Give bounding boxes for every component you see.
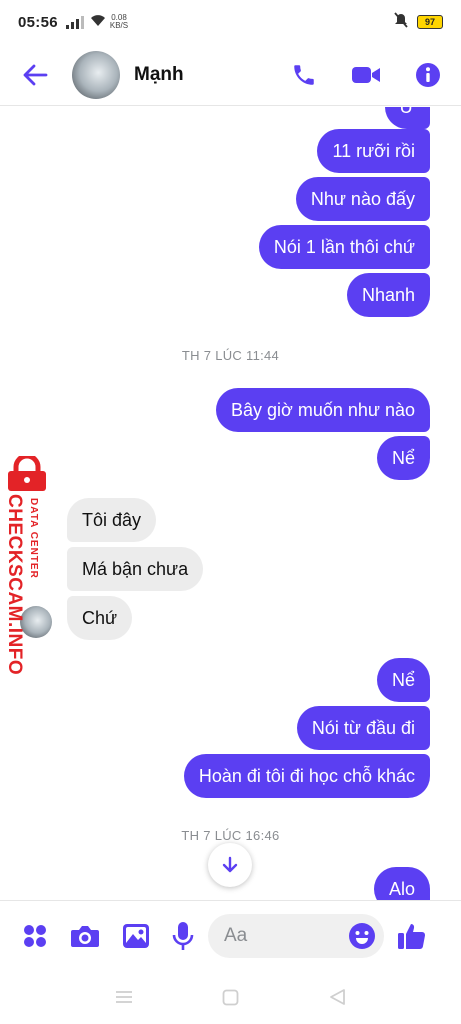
back-triangle-icon [330, 989, 346, 1005]
system-nav-bar [0, 970, 461, 1024]
message-outgoing[interactable]: Nói từ đầu đi [296, 706, 430, 750]
message-list[interactable]: Ừ 11 rưỡi rồi Như nào đấy Nói 1 lần thôi… [0, 107, 461, 900]
timestamp-divider: TH 7 LÚC 16:46 [181, 828, 280, 843]
signal-icon [65, 15, 84, 29]
message-outgoing[interactable]: 11 rưỡi rồi [317, 129, 430, 173]
image-icon [123, 923, 149, 948]
arrow-left-icon [23, 64, 48, 85]
mute-icon [393, 12, 409, 32]
message-outgoing[interactable]: Bây giờ muốn như nào [216, 388, 430, 432]
message-incoming[interactable]: Tôi đây [67, 498, 157, 542]
voice-message-button[interactable] [172, 921, 194, 951]
message-incoming[interactable]: Chứ [67, 596, 133, 640]
message-incoming[interactable]: Má bận chưa [67, 547, 204, 591]
voice-call-button[interactable] [291, 62, 317, 88]
message-outgoing[interactable]: Nhanh [346, 273, 430, 317]
message-outgoing[interactable]: Nể [376, 436, 430, 480]
system-back-button[interactable] [329, 988, 346, 1006]
message-input[interactable] [224, 924, 334, 947]
gallery-button[interactable] [122, 923, 150, 949]
message-outgoing[interactable]: Nể [376, 658, 430, 702]
message-outgoing[interactable]: Nói 1 lần thôi chứ [258, 225, 430, 269]
network-speed: 0.08 KB/S [109, 13, 129, 30]
watermark-text: CHECKSCAM.INFO [4, 494, 25, 676]
info-button[interactable] [415, 62, 441, 88]
battery-indicator: 97 [417, 15, 443, 29]
arrow-down-icon [222, 856, 238, 873]
home-button[interactable] [222, 989, 239, 1006]
watermark: CHECKSCAM.INFO DATA CENTER [2, 452, 52, 676]
camera-icon [71, 925, 99, 947]
message-outgoing[interactable]: Alo [373, 867, 430, 900]
grid-dots-icon [24, 924, 46, 947]
home-square-icon [223, 989, 239, 1005]
emoji-icon [349, 922, 375, 949]
chat-header: Mạnh [0, 44, 461, 106]
like-button[interactable] [396, 921, 426, 951]
camera-button[interactable] [70, 923, 100, 949]
timestamp-divider: TH 7 LÚC 11:44 [181, 348, 280, 363]
lock-icon [8, 456, 46, 491]
scroll-to-bottom-button[interactable] [208, 843, 252, 887]
watermark-subtext: DATA CENTER [28, 498, 39, 579]
composer-bar [0, 900, 461, 970]
contact-avatar[interactable] [72, 50, 120, 99]
emoji-button[interactable] [348, 922, 376, 950]
message-input-container[interactable] [208, 913, 384, 958]
contact-name[interactable]: Mạnh [134, 64, 184, 86]
status-bar: 05:56 0.08 KB/S 97 [0, 0, 461, 44]
phone-icon [294, 64, 314, 85]
video-camera-icon [352, 66, 380, 83]
message-outgoing[interactable]: Hoàn đi tôi đi học chỗ khác [183, 754, 430, 798]
thumbs-up-icon [398, 923, 426, 949]
status-time: 05:56 [18, 13, 58, 31]
message-outgoing[interactable]: Ừ [384, 107, 430, 129]
microphone-icon [172, 921, 194, 950]
wifi-icon [90, 14, 106, 31]
message-outgoing[interactable]: Như nào đấy [295, 177, 430, 221]
recent-apps-button[interactable] [115, 989, 133, 1005]
more-actions-button[interactable] [22, 923, 48, 949]
info-icon [416, 62, 440, 87]
menu-icon [115, 991, 132, 1003]
back-button[interactable] [22, 62, 48, 88]
video-call-button[interactable] [351, 64, 381, 86]
